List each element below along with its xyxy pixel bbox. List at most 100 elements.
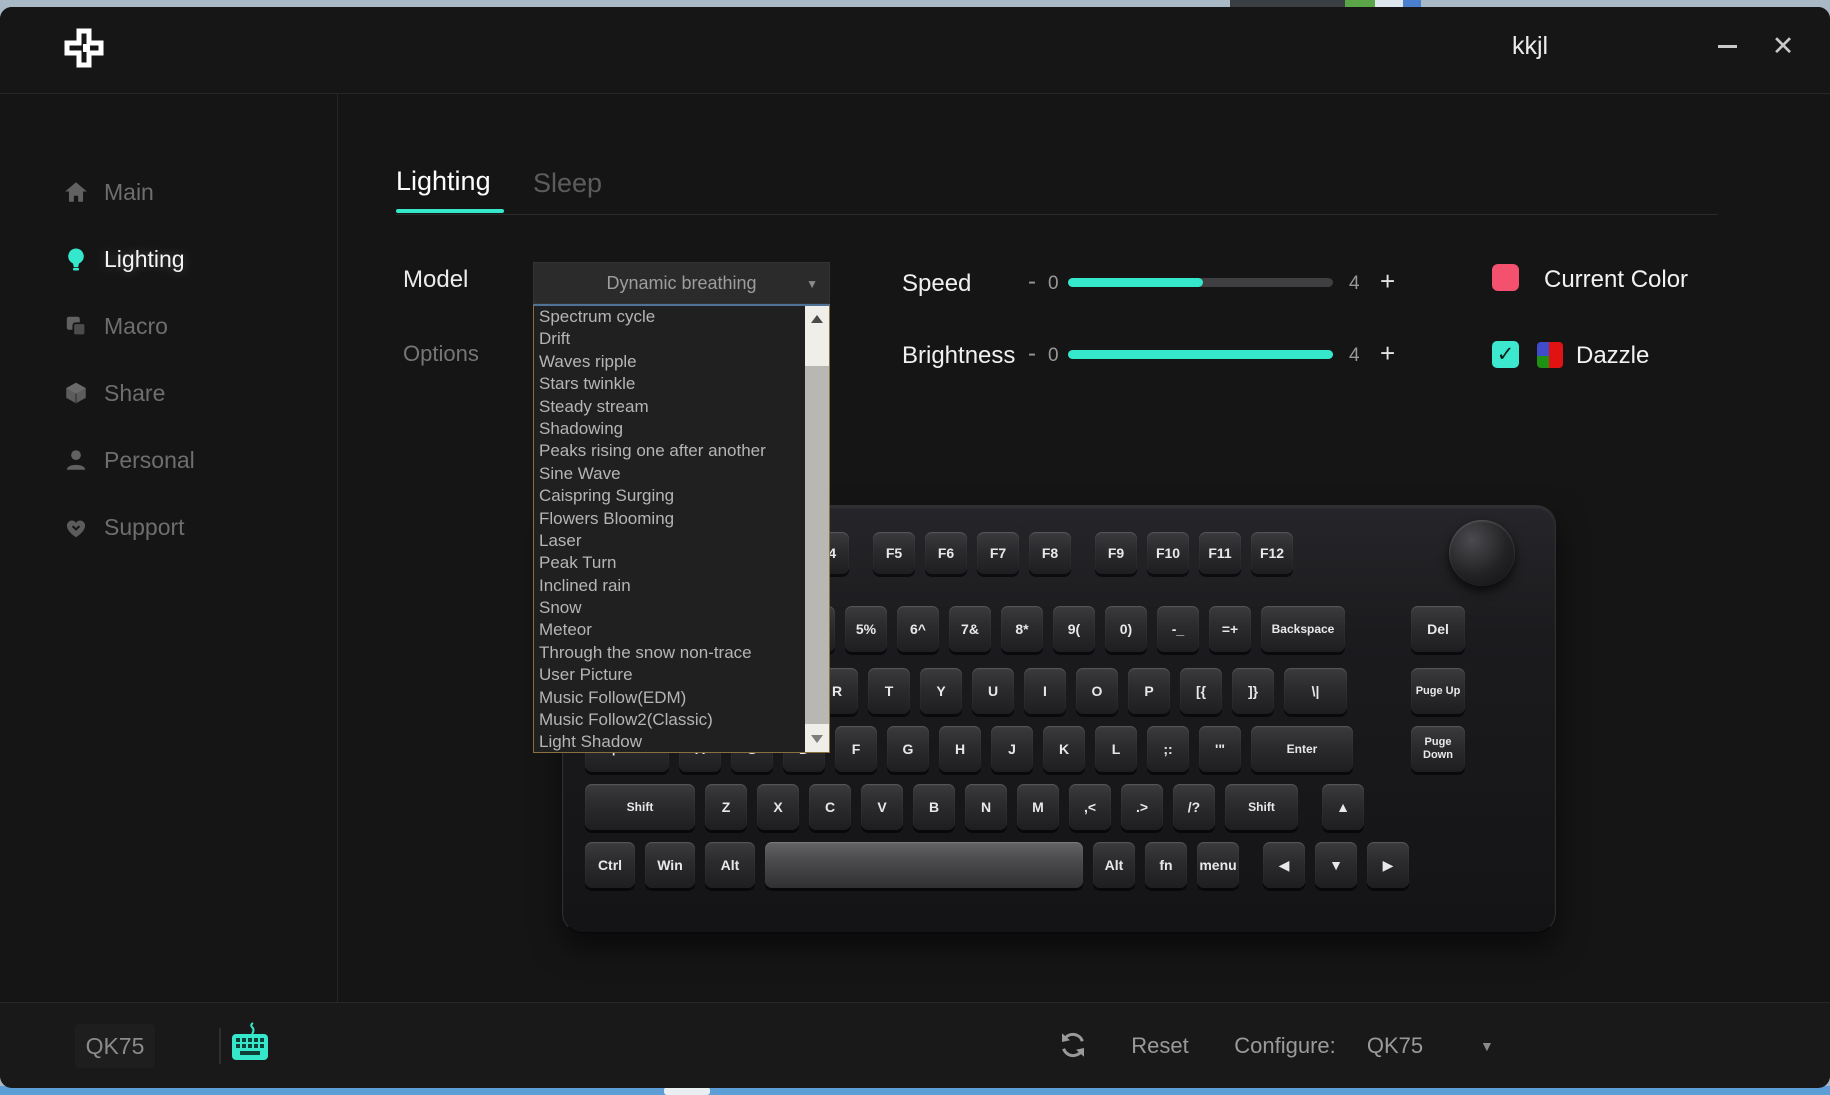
dropdown-option[interactable]: Stars twinkle: [534, 373, 805, 395]
options-label: Options: [403, 341, 479, 367]
background-window-sliver: [1345, 0, 1375, 7]
scroll-down-button[interactable]: [805, 726, 829, 752]
keyboard-key: Shift: [585, 784, 695, 830]
keyboard-key: .>: [1121, 784, 1163, 830]
keyboard-key: X: [757, 784, 799, 830]
keyboard-key: Win: [645, 842, 695, 888]
scrollbar-thumb[interactable]: [805, 366, 829, 724]
dazzle-red-swatch: [1549, 342, 1563, 368]
keyboard-key: H: [939, 726, 981, 772]
dropdown-option[interactable]: Meteor: [534, 619, 805, 641]
dropdown-option[interactable]: Music Follow2(Classic): [534, 709, 805, 731]
sidebar-item-main[interactable]: Main: [0, 167, 337, 217]
dropdown-option[interactable]: Flowers Blooming: [534, 508, 805, 530]
dropdown-option[interactable]: Sine Wave: [534, 463, 805, 485]
refresh-icon[interactable]: [1058, 1030, 1090, 1062]
dazzle-color-icon[interactable]: [1537, 342, 1563, 368]
sidebar-item-share[interactable]: Share: [0, 368, 337, 418]
keyboard-key: B: [913, 784, 955, 830]
close-button[interactable]: ✕: [1762, 26, 1804, 66]
dropdown-option[interactable]: Laser: [534, 530, 805, 552]
speed-slider-fill: [1068, 278, 1203, 287]
home-icon: [62, 179, 89, 206]
arrow-down-icon: [811, 735, 823, 743]
tab-lighting[interactable]: Lighting: [396, 166, 491, 197]
keyboard-key: ◀: [1263, 842, 1305, 888]
desktop-edge-top: [0, 0, 1830, 7]
speed-slider[interactable]: [1068, 278, 1333, 287]
dropdown-option[interactable]: Music Follow(EDM): [534, 687, 805, 709]
dropdown-option[interactable]: Through the snow non-trace: [534, 642, 805, 664]
keyboard-key: fn: [1145, 842, 1187, 888]
dropdown-option[interactable]: Peak Turn: [534, 552, 805, 574]
keyboard-key: /?: [1173, 784, 1215, 830]
dropdown-option[interactable]: Spectrum cycle: [534, 306, 805, 328]
keyboard-key: I: [1024, 668, 1066, 714]
keyboard-key: F: [835, 726, 877, 772]
tab-sleep[interactable]: Sleep: [533, 168, 602, 199]
model-dropdown[interactable]: Dynamic breathing ▼: [533, 262, 830, 304]
keyboard-key: 7&: [949, 606, 991, 652]
dazzle-blue-swatch: [1537, 342, 1549, 356]
active-tab-underline: [396, 209, 504, 213]
minimize-icon: [1718, 45, 1737, 48]
keyboard-key: menu: [1197, 842, 1239, 888]
check-icon: ✓: [1497, 342, 1515, 367]
speed-plus-button[interactable]: +: [1380, 266, 1395, 297]
keyboard-key: [{: [1180, 668, 1222, 714]
keyboard-key: Ctrl: [585, 842, 635, 888]
brightness-slider[interactable]: [1068, 350, 1333, 359]
sidebar-divider: [337, 94, 338, 1002]
keyboard-key: F9: [1095, 532, 1137, 574]
dropdown-option[interactable]: Waves ripple: [534, 351, 805, 373]
dropdown-scrollbar[interactable]: [805, 306, 829, 752]
keyboard-key: Enter: [1251, 726, 1353, 772]
device-tab[interactable]: QK75: [75, 1024, 155, 1068]
dropdown-option[interactable]: Light Shadow: [534, 731, 805, 752]
current-color-swatch[interactable]: [1492, 264, 1519, 291]
sidebar-item-lighting[interactable]: Lighting: [0, 234, 337, 284]
dropdown-options: Spectrum cycleDriftWaves rippleStars twi…: [534, 306, 805, 752]
dropdown-option[interactable]: User Picture: [534, 664, 805, 686]
scroll-up-button[interactable]: [805, 306, 829, 332]
speed-minus-button[interactable]: -: [1028, 268, 1036, 296]
brightness-minus-button[interactable]: -: [1028, 340, 1036, 368]
brightness-plus-button[interactable]: +: [1380, 338, 1395, 369]
person-icon: [62, 447, 89, 474]
speed-max-value: 4: [1349, 273, 1360, 295]
chevron-down-icon: ▼: [806, 277, 818, 291]
dropdown-option[interactable]: Inclined rain: [534, 575, 805, 597]
keyboard-key: 8*: [1001, 606, 1043, 652]
keyboard-key: F5: [873, 532, 915, 574]
dropdown-option[interactable]: Snow: [534, 597, 805, 619]
keyboard-key: J: [991, 726, 1033, 772]
keyboard-key: N: [965, 784, 1007, 830]
keyboard-key: Alt: [705, 842, 755, 888]
dropdown-option[interactable]: Caispring Surging: [534, 485, 805, 507]
dropdown-option[interactable]: Steady stream: [534, 396, 805, 418]
keyboard-key: ]}: [1232, 668, 1274, 714]
arrow-up-icon: [811, 315, 823, 323]
dazzle-green-swatch: [1537, 356, 1549, 368]
dropdown-option[interactable]: Shadowing: [534, 418, 805, 440]
keyboard-key: T: [868, 668, 910, 714]
chevron-down-icon[interactable]: ▼: [1480, 1038, 1494, 1054]
reset-button[interactable]: Reset: [1120, 1033, 1200, 1059]
minimize-button[interactable]: [1706, 26, 1748, 66]
configure-label: Configure:: [1230, 1033, 1340, 1059]
keyboard-key: F6: [925, 532, 967, 574]
brightness-slider-fill: [1068, 350, 1333, 359]
sidebar-item-macro[interactable]: Macro: [0, 301, 337, 351]
heart-icon: [62, 514, 89, 541]
dazzle-checkbox[interactable]: ✓: [1492, 341, 1519, 368]
volume-knob: [1449, 520, 1515, 586]
device-select[interactable]: QK75: [1355, 1033, 1435, 1059]
taskbar-item: [664, 1087, 710, 1095]
speed-min-value: 0: [1048, 273, 1059, 295]
sidebar-item-personal[interactable]: Personal: [0, 435, 337, 485]
dropdown-option[interactable]: Drift: [534, 328, 805, 350]
keyboard-device-icon[interactable]: [228, 1022, 272, 1068]
keyboard-key: F10: [1147, 532, 1189, 574]
sidebar-item-support[interactable]: Support: [0, 502, 337, 552]
dropdown-option[interactable]: Peaks rising one after another: [534, 440, 805, 462]
